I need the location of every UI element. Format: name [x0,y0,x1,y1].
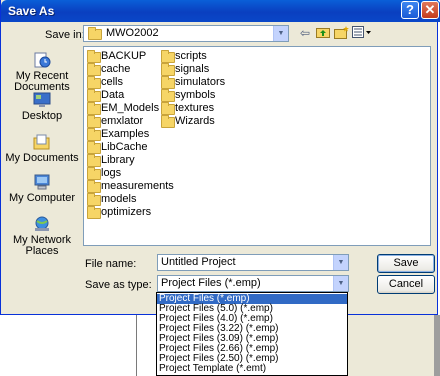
save-in-dropdown[interactable]: MWO2002 ▼ [83,25,289,42]
folder-icon [161,115,175,128]
save-as-type-dropdown[interactable]: Project Files (*.emp) ▼ [157,275,349,292]
network-places-icon [33,216,51,232]
file-name-label: File name: [85,258,137,270]
save-as-type-options: Project Files (*.emp) Project Files (5.0… [156,292,348,376]
folder-icon [161,50,175,63]
new-folder-icon[interactable] [333,26,349,41]
background-window-right [348,315,440,376]
file-name-input[interactable]: Untitled Project ▼ [157,254,349,271]
folder-icon [161,63,175,76]
place-label: Desktop [21,110,63,122]
folder-name: symbols [175,89,216,101]
place-my-network-places[interactable]: My Network Places [5,216,79,257]
folder-icon [161,89,175,102]
folder-name: logs [101,167,122,179]
folder-name: Examples [101,128,150,140]
background-scrollbar [434,315,440,376]
place-label: My Computer [8,192,76,204]
place-label: My Network Places [12,234,72,257]
folder-name: models [101,193,137,205]
place-desktop[interactable]: Desktop [5,92,79,122]
cancel-button[interactable]: Cancel [377,275,435,294]
save-as-type-label: Save as type: [85,279,152,291]
folder-name: Library [101,154,135,166]
save-in-value: MWO2002 [106,27,159,39]
place-my-documents[interactable]: My Documents [5,134,79,164]
chevron-down-icon[interactable]: ▼ [333,255,348,270]
folder-name: BACKUP [101,50,147,62]
chevron-down-icon[interactable]: ▼ [273,26,288,41]
folder-name: optimizers [101,206,152,218]
desktop-icon [33,92,51,108]
save-button[interactable]: Save [377,254,435,273]
folder-icon [87,76,101,89]
background-window-left [0,315,137,376]
places-bar: My Recent Documents Desktop My Documents… [5,48,79,258]
close-button[interactable]: ✕ [421,1,439,19]
my-documents-icon [33,134,51,150]
place-label: My Recent Documents [14,70,70,93]
dialog-title: Save As [8,4,55,18]
folder-name: signals [175,63,210,75]
folder-name: simulators [175,76,226,88]
place-label: My Documents [5,152,79,164]
folder-icon [87,63,101,76]
back-arrow-icon[interactable]: ⇦ [297,26,313,41]
file-name-value: Untitled Project [161,256,236,268]
folder-icon [87,115,101,128]
folder-name: emxlator [101,115,144,127]
folder-icon [87,128,101,141]
folder-name: scripts [175,50,207,62]
file-list[interactable]: BACKUP cache cells Data EM_Models emxlat… [83,46,431,246]
title-bar: Save As ? ✕ [1,0,440,22]
save-as-type-value: Project Files (*.emp) [161,277,261,289]
folder-name: textures [175,102,215,114]
folder-icon [87,102,101,115]
place-my-computer[interactable]: My Computer [5,174,79,204]
folder-name: Wizards [175,115,215,127]
folder-icon [87,89,101,102]
help-button[interactable]: ? [401,1,419,19]
recent-documents-icon [33,52,51,68]
save-in-label: Save in: [45,29,85,41]
views-menu-icon[interactable] [351,26,373,41]
folder-name: cache [101,63,131,75]
chevron-down-icon[interactable]: ▼ [333,276,348,291]
folder-icon [87,193,101,206]
folder-icon [87,141,101,154]
folder-name: Data [101,89,125,101]
folder-icon [161,76,175,89]
folder-icon [161,102,175,115]
folder-name: LibCache [101,141,148,153]
folder-icon [88,27,102,40]
folder-name: EM_Models [101,102,160,114]
folder-icon [87,167,101,180]
my-computer-icon [33,174,51,190]
folder-icon [87,206,101,219]
save-as-dialog: Save As ? ✕ Save in: MWO2002 ▼ ⇦ My Rece… [0,0,440,315]
place-my-recent-documents[interactable]: My Recent Documents [5,52,79,93]
folder-name: cells [101,76,124,88]
type-option[interactable]: Project Template (*.emt) [157,364,347,374]
folder-icon [87,50,101,63]
up-folder-icon[interactable] [315,26,331,41]
folder-icon [87,180,101,193]
folder-icon [87,154,101,167]
folder-name: measurements [101,180,174,192]
